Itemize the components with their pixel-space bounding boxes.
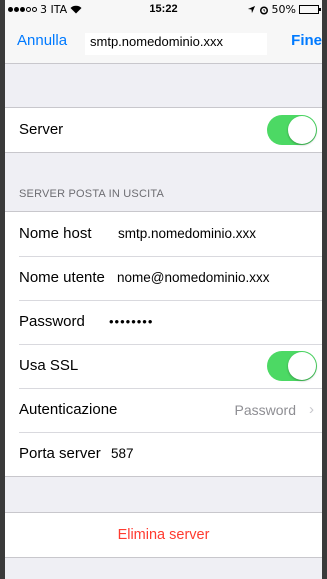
password-field[interactable]: ••••••••	[109, 314, 153, 329]
page-title: smtp.nomedominio.xxx	[85, 33, 267, 55]
section-header-outgoing: SERVER POSTA IN USCITA	[19, 188, 164, 200]
battery-percentage: 50%	[271, 3, 296, 16]
host-field[interactable]: smtp.nomedominio.xxx	[118, 226, 256, 241]
username-field[interactable]: nome@nomedominio.xxx	[117, 270, 270, 285]
location-arrow-icon	[247, 5, 255, 14]
authentication-value: Password	[234, 402, 296, 418]
port-row[interactable]: Porta server 587	[5, 432, 322, 476]
status-bar: 3 ITA 15:22 50%	[5, 0, 322, 20]
status-right: 50%	[247, 3, 321, 16]
host-label: Nome host	[19, 225, 92, 242]
alarm-clock-icon	[259, 6, 268, 14]
device-frame: 3 ITA 15:22 50% Annulla smtp.nomedominio…	[0, 0, 327, 579]
username-row[interactable]: Nome utente nome@nomedominio.xxx	[5, 256, 322, 300]
ssl-toggle[interactable]	[267, 351, 317, 381]
cancel-button[interactable]: Annulla	[17, 32, 67, 49]
screen: 3 ITA 15:22 50% Annulla smtp.nomedominio…	[5, 0, 322, 579]
ssl-label: Usa SSL	[19, 357, 79, 374]
authentication-row[interactable]: Autenticazione Password ›	[5, 388, 322, 432]
port-field[interactable]: 587	[111, 446, 134, 461]
delete-server-button[interactable]: Elimina server	[5, 513, 322, 557]
host-row[interactable]: Nome host smtp.nomedominio.xxx	[5, 212, 322, 256]
toggle-knob	[288, 116, 316, 144]
battery-icon	[299, 5, 321, 14]
port-label: Porta server	[19, 445, 101, 462]
done-button[interactable]: Fine	[291, 32, 322, 49]
navigation-bar: Annulla smtp.nomedominio.xxx Fine	[5, 20, 322, 64]
toggle-knob	[288, 352, 316, 380]
delete-group: Elimina server	[5, 512, 322, 558]
outgoing-server-group: Nome host smtp.nomedominio.xxx Nome uten…	[5, 211, 322, 477]
password-row[interactable]: Password ••••••••	[5, 300, 322, 344]
chevron-right-icon: ›	[309, 401, 314, 418]
username-label: Nome utente	[19, 269, 105, 286]
ssl-row: Usa SSL	[5, 344, 322, 388]
server-group: Server	[5, 107, 322, 153]
server-toggle[interactable]	[267, 115, 317, 145]
authentication-label: Autenticazione	[19, 401, 118, 418]
delete-server-label: Elimina server	[117, 527, 210, 543]
server-label: Server	[19, 121, 64, 138]
server-row: Server	[5, 108, 322, 152]
password-label: Password	[19, 313, 85, 330]
